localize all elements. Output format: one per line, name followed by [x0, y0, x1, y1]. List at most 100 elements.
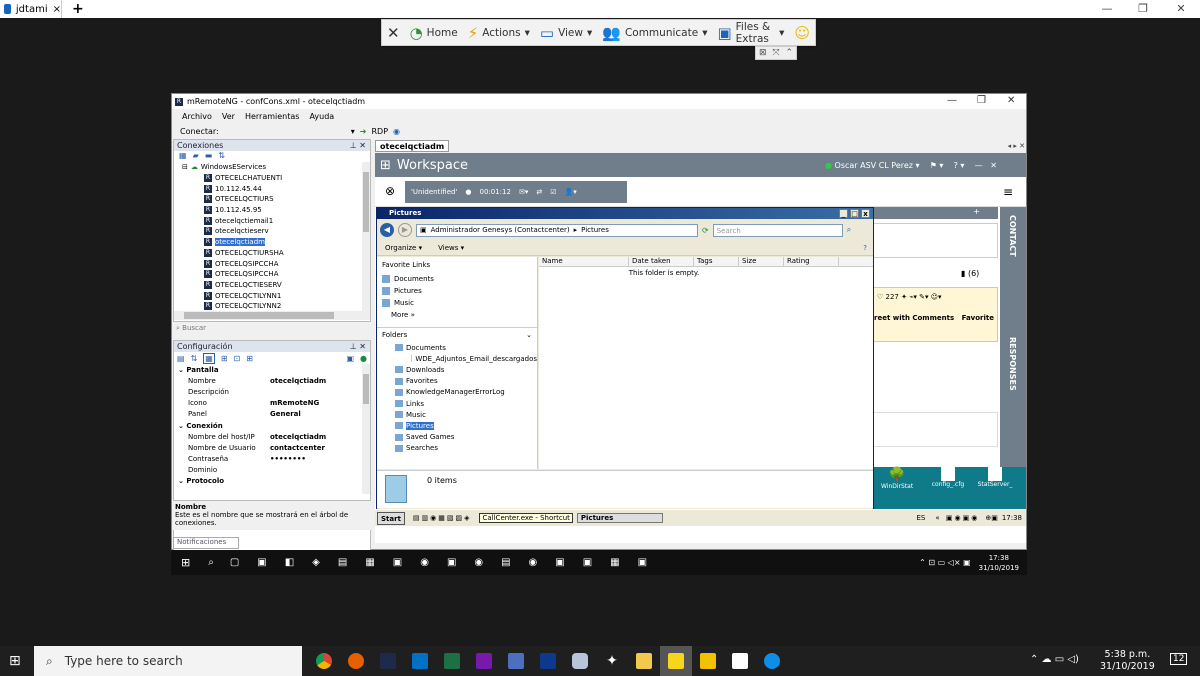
sort-icon[interactable]: ⇅: [218, 151, 225, 162]
back-icon[interactable]: ◀: [380, 223, 394, 237]
property-row[interactable]: Panel General: [174, 409, 364, 420]
pin-icon[interactable]: ⊥: [350, 141, 357, 150]
security-icon[interactable]: [564, 646, 596, 676]
minimize-button[interactable]: _: [839, 209, 848, 218]
minimize-button[interactable]: —: [947, 94, 957, 108]
windows-icon[interactable]: ⊞: [9, 653, 21, 669]
properties-icon[interactable]: ▦: [203, 352, 215, 364]
pin-icon[interactable]: ⊥: [350, 342, 357, 351]
property-value[interactable]: ••••••••: [270, 455, 306, 463]
files-extras-button[interactable]: ▣ Files & Extras ▾: [712, 20, 789, 45]
responses-tab[interactable]: RESPONSES: [1008, 337, 1017, 391]
alphabetical-icon[interactable]: ⇅: [191, 354, 198, 363]
notifications-tab[interactable]: Notificaciones: [173, 537, 239, 549]
add-panel-button[interactable]: +: [873, 207, 998, 219]
language-indicator[interactable]: ES: [917, 514, 926, 522]
communicate-button[interactable]: 👥 Communicate ▾: [597, 20, 712, 45]
taskbar-pictures[interactable]: Pictures: [576, 513, 663, 523]
folder-item[interactable]: Favorites: [377, 376, 537, 387]
menu-herramientas[interactable]: Herramientas: [245, 112, 300, 121]
column-rating[interactable]: Rating: [784, 257, 839, 266]
host-search-input[interactable]: Type here to search: [65, 654, 183, 668]
organize-button[interactable]: Organize ▾: [385, 244, 422, 252]
host-tray-icons[interactable]: ⌃ ☁ ▭ ◁): [1030, 654, 1079, 665]
property-row[interactable]: Icono mRemoteNG: [174, 398, 364, 409]
search-input[interactable]: Buscar: [182, 324, 206, 332]
property-category[interactable]: ⌄ Conexión: [174, 420, 364, 431]
host-search-box[interactable]: ⌕ Type here to search: [34, 646, 302, 676]
snipping-icon[interactable]: [500, 646, 532, 676]
dialpad-icon[interactable]: ⊗: [385, 184, 395, 198]
task-view-icon[interactable]: ▢: [230, 557, 239, 568]
mremoteng-icon[interactable]: [372, 646, 404, 676]
property-value[interactable]: contactcenter: [270, 444, 325, 452]
forward-icon[interactable]: ▶: [398, 223, 412, 237]
feedback-button[interactable]: ☺: [789, 20, 815, 45]
tree-connection[interactable]: R OTECELQCTIURS: [174, 194, 362, 205]
tree-folder[interactable]: ⊟ ☁ WindowsEServices: [174, 162, 362, 173]
tree-connection[interactable]: Rotecelqctiadm: [174, 237, 362, 248]
retweet-comments[interactable]: reet with Comments: [874, 314, 954, 322]
tree-connection[interactable]: R OTECELQCTIURSHA: [174, 248, 362, 259]
reply-icon[interactable]: ✉▾: [519, 188, 528, 196]
refresh-icon[interactable]: ⟳: [702, 226, 709, 235]
property-value[interactable]: General: [270, 410, 301, 418]
categorized-icon[interactable]: ▤: [177, 354, 185, 363]
windows-icon[interactable]: ⊞: [181, 556, 190, 569]
favorite-link[interactable]: Music: [377, 297, 537, 309]
property-row[interactable]: Dominio: [174, 465, 364, 476]
new-connection-icon[interactable]: ▦: [179, 151, 187, 162]
agent-status[interactable]: ● Oscar ASV CL Perez ▾ ⚑ ▾ ? ▾ — ✕: [825, 161, 997, 170]
menu-icon[interactable]: ≡: [1003, 185, 1013, 199]
desktop-icon-windirstat[interactable]: 🌳 WinDirStat: [881, 467, 913, 490]
folders-header[interactable]: Folders ⌄: [377, 327, 537, 342]
folder-item[interactable]: Links: [377, 398, 537, 409]
teamviewer-icon[interactable]: [756, 646, 788, 676]
search-icon[interactable]: ⌕: [847, 225, 851, 235]
consult-icon[interactable]: 👤▾: [565, 188, 577, 196]
views-button[interactable]: Views ▾: [438, 244, 464, 252]
minimize-button[interactable]: —: [1088, 0, 1126, 18]
menu-archivo[interactable]: Archivo: [182, 112, 212, 121]
favorite-button[interactable]: Favorite: [962, 314, 994, 322]
default-inheritance-icon[interactable]: ⊞: [246, 354, 253, 363]
tray-icons[interactable]: ⌃ ⊡ ▭ ◁× ▣: [919, 558, 971, 567]
tree-connection[interactable]: R OTECELQSIPCCHA: [174, 269, 362, 280]
folder-item[interactable]: Documents: [377, 342, 537, 353]
new-tab-button[interactable]: +: [72, 0, 84, 18]
column-tags[interactable]: Tags: [694, 257, 739, 266]
folder-item[interactable]: Pictures: [377, 420, 537, 431]
property-row[interactable]: Nombre del host/IP otecelqctiadm: [174, 431, 364, 442]
session-tab[interactable]: otecelqctiadm: [375, 140, 450, 152]
tree-hscrollbar[interactable]: [174, 311, 370, 320]
quick-launch-icons[interactable]: ▤▥◉▦▧▨◈: [413, 514, 472, 522]
property-category[interactable]: ⌄ Pantalla: [174, 364, 364, 375]
notepad-icon[interactable]: [724, 646, 756, 676]
property-value[interactable]: mRemoteNG: [270, 399, 319, 407]
tray-icons-2[interactable]: ⊕▣: [985, 514, 997, 522]
address-input[interactable]: ▣ Administrador Genesys (Contactcenter) ▸…: [416, 223, 698, 237]
notifications-icon[interactable]: 12: [1170, 653, 1188, 665]
maximize-button[interactable]: □: [850, 209, 859, 218]
maximize-button[interactable]: ❐: [1124, 0, 1162, 18]
app-icon[interactable]: [532, 646, 564, 676]
maximize-button[interactable]: ❐: [977, 94, 986, 108]
column-size[interactable]: Size: [739, 257, 784, 266]
tab-scroll-icon[interactable]: ◂ ▸ ✕: [1008, 142, 1025, 150]
new-folder-icon[interactable]: ▰: [193, 151, 199, 162]
folder-item[interactable]: KnowledgeManagerErrorLog: [377, 387, 537, 398]
more-link[interactable]: More »: [377, 309, 537, 321]
property-category[interactable]: ⌄ Protocolo: [174, 476, 364, 487]
chrome-icon[interactable]: [308, 646, 340, 676]
start-button[interactable]: Start: [377, 511, 405, 525]
search-icon[interactable]: ⌕: [208, 557, 214, 568]
close-icon[interactable]: ×: [53, 4, 61, 15]
property-row[interactable]: Descripción: [174, 386, 364, 397]
property-row[interactable]: Nombre de Usuario contactcenter: [174, 442, 364, 453]
connect-dropdown[interactable]: ▾: [351, 127, 355, 136]
close-button[interactable]: x: [861, 209, 870, 218]
excel-icon[interactable]: [436, 646, 468, 676]
firefox-icon[interactable]: [340, 646, 372, 676]
actions-button[interactable]: ⚡ Actions ▾: [463, 20, 535, 45]
desktop-icon-statserver[interactable]: StatServer_: [975, 467, 1015, 488]
